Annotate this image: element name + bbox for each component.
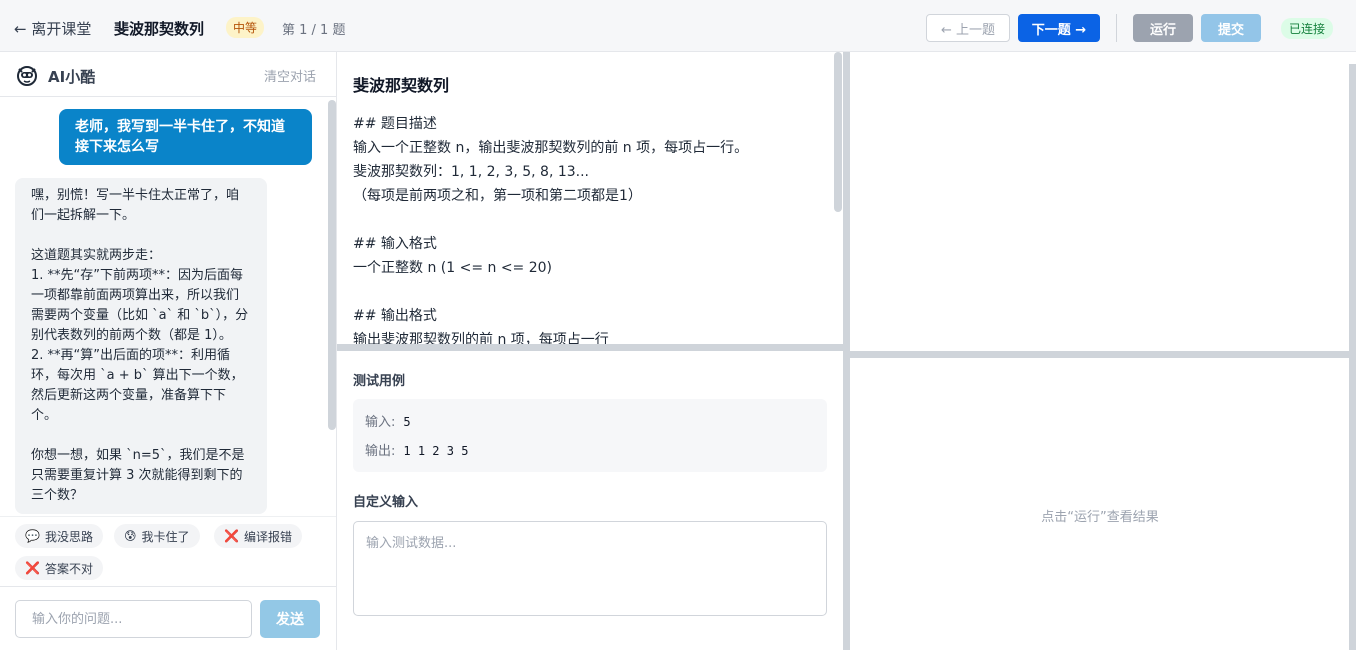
problem-panel: 斐波那契数列 ## 题目描述 输入一个正整数 n，输出斐波那契数列的前 n 项，… [337, 52, 843, 650]
quick-actions: 💬 我没思路 😰 我卡住了 ❌ 编译报错 ❌ 答案不对 [0, 516, 336, 586]
anxious-face-icon: 😰 [124, 529, 137, 543]
top-bar: ← 离开课堂 斐波那契数列 中等 第 1 / 1 题 ← 上一题 下一题 → 运… [0, 0, 1356, 52]
prev-problem-button[interactable]: ← 上一题 [926, 14, 1010, 42]
clear-chat-button[interactable]: 清空对话 [264, 66, 316, 85]
problem-line [353, 208, 823, 232]
ai-message: 嘿，别慌！写一半卡住太正常了，咱们一起拆解一下。 这道题其实就两步走： 1. *… [15, 178, 267, 514]
problem-heading: 斐波那契数列 [353, 76, 450, 95]
ai-assistant-panel: AI小酷 清空对话 老师，我写到一半卡住了，不知道接下来怎么写 嘿，别慌！写一半… [0, 52, 337, 650]
send-button[interactable]: 发送 [260, 600, 320, 638]
quick-action-label: 编译报错 [243, 529, 292, 544]
leave-classroom-link[interactable]: ← 离开课堂 [14, 18, 91, 39]
difficulty-badge: 中等 [226, 17, 265, 38]
toolbar-divider [1116, 14, 1117, 42]
user-message: 老师，我写到一半卡住了，不知道接下来怎么写 [59, 109, 312, 165]
problem-line: 输出斐波那契数列的前 n 项，每项占一行 [353, 332, 609, 344]
question-input[interactable] [15, 600, 252, 638]
quick-action-label: 答案不对 [44, 561, 93, 576]
quick-action-label: 我卡住了 [141, 529, 190, 544]
wrong-answer-button[interactable]: ❌ 答案不对 [15, 556, 103, 580]
problem-line: 输入一个正整数 n，输出斐波那契数列的前 n 项，每项占一行。 [353, 140, 749, 156]
test-cases-label: 测试用例 [353, 374, 406, 389]
result-hint: 点击“运行”查看结果 [1041, 510, 1159, 525]
problem-line: ## 题目描述 [353, 116, 437, 132]
robot-avatar-icon [17, 66, 37, 86]
problem-line: 斐波那契数列：1, 1, 2, 3, 5, 8, 13... [353, 164, 590, 180]
test-input-label: 输入: [365, 415, 396, 430]
problem-line: ## 输出格式 [353, 308, 437, 324]
problem-scrollbar[interactable] [834, 52, 842, 212]
connection-status-badge: 已连接 [1281, 18, 1334, 39]
problem-progress: 第 1 / 1 题 [282, 23, 346, 38]
problem-description[interactable]: 斐波那契数列 ## 题目描述 输入一个正整数 n，输出斐波那契数列的前 n 项，… [337, 52, 843, 344]
stuck-button[interactable]: 😰 我卡住了 [114, 524, 200, 548]
vertical-resize-handle[interactable] [843, 52, 850, 650]
test-output-value: 1 1 2 3 5 [403, 444, 469, 458]
page-scrollbar[interactable] [1349, 64, 1356, 650]
speech-bubble-icon: 💬 [25, 529, 40, 543]
assistant-name: AI小酷 [48, 68, 96, 86]
result-panel: 点击“运行”查看结果 [850, 358, 1350, 650]
chat-messages[interactable]: 老师，我写到一半卡住了，不知道接下来怎么写 嘿，别慌！写一半卡住太正常了，咱们一… [0, 98, 336, 516]
test-input-value: 5 [403, 415, 411, 429]
problem-title: 斐波那契数列 [114, 20, 205, 38]
cross-mark-icon: ❌ [224, 529, 239, 543]
custom-input-field[interactable] [353, 521, 827, 616]
compile-error-button[interactable]: ❌ 编译报错 [214, 524, 302, 548]
next-problem-button[interactable]: 下一题 → [1018, 14, 1100, 42]
chat-scrollbar[interactable] [328, 100, 336, 430]
code-panel: 点击“运行”查看结果 [850, 52, 1356, 650]
test-output-label: 输出: [365, 444, 396, 459]
test-case-box: 输入: 5 输出: 1 1 2 3 5 [353, 399, 827, 472]
resize-handle[interactable] [850, 351, 1356, 358]
no-idea-button[interactable]: 💬 我没思路 [15, 524, 103, 548]
problem-line: 一个正整数 n (1 <= n <= 20) [353, 260, 553, 276]
problem-line: ## 输入格式 [353, 236, 437, 252]
problem-line: （每项是前两项之和，第一项和第二项都是1） [353, 188, 642, 204]
submit-button[interactable]: 提交 [1201, 14, 1261, 42]
resize-handle[interactable] [337, 344, 843, 351]
assistant-header: AI小酷 清空对话 [0, 52, 336, 97]
problem-body: ## 题目描述 输入一个正整数 n，输出斐波那契数列的前 n 项，每项占一行。 … [353, 112, 823, 344]
run-button[interactable]: 运行 [1133, 14, 1193, 42]
custom-input-label: 自定义输入 [353, 495, 419, 510]
test-cases-panel: 测试用例 输入: 5 输出: 1 1 2 3 5 自定义输入 [337, 351, 843, 650]
chat-input-area: 发送 [0, 586, 336, 650]
problem-line [353, 280, 823, 304]
test-output-row: 输出: 1 1 2 3 5 [365, 440, 468, 459]
quick-action-label: 我没思路 [44, 529, 93, 544]
cross-mark-icon: ❌ [25, 561, 40, 575]
code-editor[interactable] [850, 52, 1350, 351]
test-input-row: 输入: 5 [365, 411, 411, 430]
